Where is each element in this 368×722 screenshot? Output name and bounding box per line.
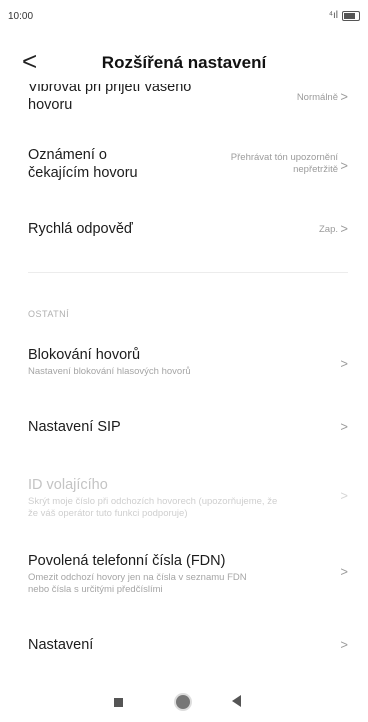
signal-icon: ⁴ıl	[328, 10, 338, 21]
chevron-right-icon: >	[340, 89, 348, 104]
sip-settings-label: Nastavení SIP	[28, 419, 121, 435]
chevron-right-icon: >	[340, 356, 348, 371]
call-waiting-notification-row[interactable]: Oznámení o čekajícím hovoru Přehrávat tó…	[0, 146, 368, 196]
settings-list[interactable]: Vibrovat při přijetí vašeho hovoru Normá…	[0, 84, 368, 680]
caller-id-sub-line2: že váš operátor tuto funkci podporuje)	[28, 508, 188, 519]
section-header-other: OSTATNÍ	[28, 309, 70, 319]
status-icons: ⁴ıl	[329, 10, 360, 21]
app-header: < Rozšířená nastavení	[0, 40, 368, 84]
quick-reply-label: Rychlá odpověď	[28, 221, 133, 237]
status-bar: 10:00 ⁴ıl	[0, 0, 368, 30]
call-waiting-value-line2: nepřetržitě	[293, 164, 338, 175]
call-blocking-label: Blokování hovorů	[28, 347, 141, 363]
caller-id-row: ID volajícího Skrýt moje číslo při odcho…	[0, 476, 368, 522]
fdn-label: Povolená telefonní čísla (FDN)	[28, 553, 226, 569]
status-time: 10:00	[8, 11, 34, 22]
call-waiting-notification-value: Přehrávat tón upozornění nepřetržitě	[231, 152, 338, 176]
vibrate-on-answer-label-line2: hovoru	[28, 97, 73, 113]
call-blocking-sub: Nastavení blokování hlasových hovorů	[28, 366, 191, 377]
vibrate-on-answer-row[interactable]: Vibrovat při přijetí vašeho hovoru Normá…	[0, 84, 368, 128]
settings-label: Nastavení	[28, 637, 94, 653]
vibrate-on-answer-label: Vibrovat při přijetí vašeho hovoru	[28, 84, 191, 114]
call-waiting-notification-label: Oznámení o čekajícím hovoru	[28, 146, 138, 182]
quick-reply-value: Zap.	[318, 224, 338, 235]
chevron-right-icon: >	[340, 419, 348, 434]
call-blocking-row[interactable]: Blokování hovorů Nastavení blokování hla…	[0, 346, 368, 386]
caller-id-sub: Skrýt moje číslo při odchozích hovorech …	[28, 496, 277, 520]
chevron-right-icon: >	[340, 488, 348, 503]
recents-button[interactable]	[114, 698, 123, 707]
chevron-right-icon: >	[340, 564, 348, 579]
sip-settings-row[interactable]: Nastavení SIP >	[0, 416, 368, 446]
home-button[interactable]	[176, 695, 190, 709]
fdn-sub-line1: Omezit odchozí hovory jen na čísla v sez…	[28, 572, 247, 583]
call-waiting-value-line1: Přehrávat tón upozornění	[230, 152, 338, 163]
fdn-sub: Omezit odchozí hovory jen na čísla v sez…	[28, 572, 247, 596]
nav-back-button[interactable]	[232, 695, 241, 707]
quick-reply-row[interactable]: Rychlá odpověď Zap. >	[0, 218, 368, 248]
chevron-right-icon: >	[340, 221, 348, 236]
caller-id-sub-line1: Skrýt moje číslo při odchozích hovorech …	[28, 496, 278, 507]
fdn-row[interactable]: Povolená telefonní čísla (FDN) Omezit od…	[0, 552, 368, 600]
settings-row[interactable]: Nastavení >	[0, 634, 368, 664]
call-waiting-label-line1: Oznámení o	[28, 147, 107, 163]
section-divider	[28, 272, 348, 273]
caller-id-label: ID volajícího	[28, 477, 108, 493]
call-waiting-label-line2: čekajícím hovoru	[28, 165, 138, 181]
page-title: Rozšířená nastavení	[101, 53, 267, 72]
battery-icon	[342, 10, 360, 21]
vibrate-on-answer-label-line1: Vibrovat při přijetí vašeho	[28, 84, 192, 95]
fdn-sub-line2: nebo čísla s určitými předčíslími	[28, 584, 163, 595]
navigation-bar	[0, 686, 368, 722]
vibrate-on-answer-value: Normálně	[296, 92, 338, 103]
chevron-right-icon: >	[340, 637, 348, 652]
chevron-right-icon: >	[340, 158, 348, 173]
